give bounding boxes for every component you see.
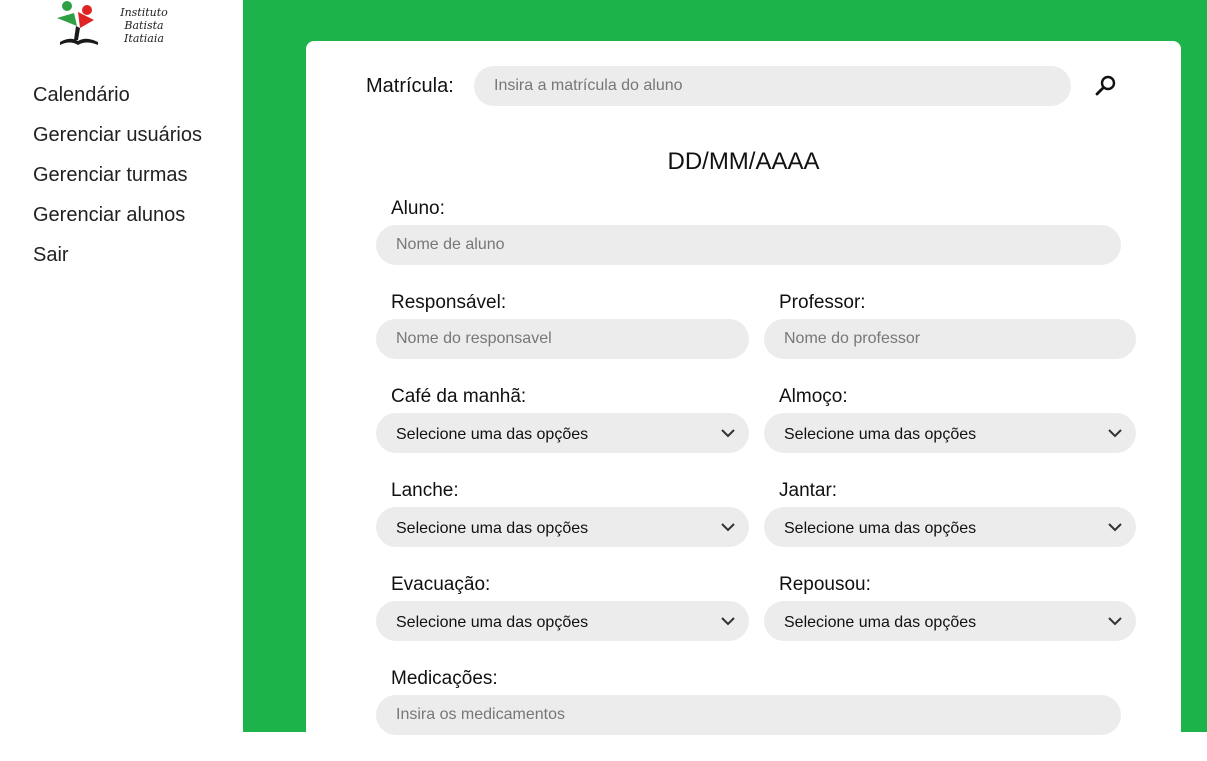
nav-item-gerenciar-alunos[interactable]: Gerenciar alunos xyxy=(33,202,202,242)
chevron-down-icon xyxy=(1108,523,1122,532)
chevron-down-icon xyxy=(1108,617,1122,626)
search-icon[interactable] xyxy=(1094,74,1118,98)
logo-text-line1: Instituto Batista xyxy=(120,6,168,32)
medicacoes-input[interactable] xyxy=(376,695,1121,735)
responsavel-input[interactable] xyxy=(376,319,749,359)
chevron-down-icon xyxy=(721,523,735,532)
professor-input[interactable] xyxy=(764,319,1136,359)
almoco-select[interactable]: Selecione uma das opções xyxy=(764,413,1136,453)
logo-text: Instituto Batista Itatiaia xyxy=(99,6,189,45)
cafe-select[interactable]: Selecione uma das opções xyxy=(376,413,749,453)
logo[interactable]: Instituto Batista Itatiaia xyxy=(54,0,194,48)
matricula-input[interactable] xyxy=(474,66,1071,106)
nav-item-gerenciar-usuarios[interactable]: Gerenciar usuários xyxy=(33,122,202,162)
almoco-label: Almoço: xyxy=(779,386,848,407)
jantar-label: Jantar: xyxy=(779,480,838,501)
evacuacao-select[interactable]: Selecione uma das opções xyxy=(376,601,749,641)
aluno-label: Aluno: xyxy=(391,198,445,219)
professor-label: Professor: xyxy=(779,292,866,313)
cafe-select-value: Selecione uma das opções xyxy=(396,426,589,443)
nav-item-calendario[interactable]: Calendário xyxy=(33,82,202,122)
lanche-select[interactable]: Selecione uma das opções xyxy=(376,507,749,547)
chevron-down-icon xyxy=(1108,429,1122,438)
repousou-label: Repousou: xyxy=(779,574,871,595)
matricula-label: Matrícula: xyxy=(366,75,454,97)
repousou-select-value: Selecione uma das opções xyxy=(784,614,977,631)
nav-item-gerenciar-turmas[interactable]: Gerenciar turmas xyxy=(33,162,202,202)
lanche-label: Lanche: xyxy=(391,480,459,501)
almoco-select-value: Selecione uma das opções xyxy=(784,426,977,443)
jantar-select-value: Selecione uma das opções xyxy=(784,520,977,537)
form-card: Matrícula: DD/MM/AAAA Aluno: Responsável… xyxy=(306,41,1181,761)
nav-item-sair[interactable]: Sair xyxy=(33,242,202,282)
sidebar: Instituto Batista Itatiaia Calendário Ge… xyxy=(0,0,243,732)
sidebar-nav: Calendário Gerenciar usuários Gerenciar … xyxy=(33,82,202,282)
chevron-down-icon xyxy=(721,429,735,438)
jantar-select[interactable]: Selecione uma das opções xyxy=(764,507,1136,547)
matricula-row: Matrícula: xyxy=(366,66,1126,106)
evacuacao-label: Evacuação: xyxy=(391,574,491,595)
chevron-down-icon xyxy=(721,617,735,626)
responsavel-label: Responsável: xyxy=(391,292,507,313)
medicacoes-label: Medicações: xyxy=(391,668,498,689)
main-area: Matrícula: DD/MM/AAAA Aluno: Responsável… xyxy=(243,0,1207,761)
aluno-input[interactable] xyxy=(376,225,1121,265)
repousou-select[interactable]: Selecione uma das opções xyxy=(764,601,1136,641)
logo-emblem-icon xyxy=(57,1,98,45)
cafe-label: Café da manhã: xyxy=(391,386,527,407)
date-display: DD/MM/AAAA xyxy=(667,148,820,175)
logo-text-line2: Itatiaia xyxy=(124,32,164,45)
lanche-select-value: Selecione uma das opções xyxy=(396,520,589,537)
evacuacao-select-value: Selecione uma das opções xyxy=(396,614,589,631)
